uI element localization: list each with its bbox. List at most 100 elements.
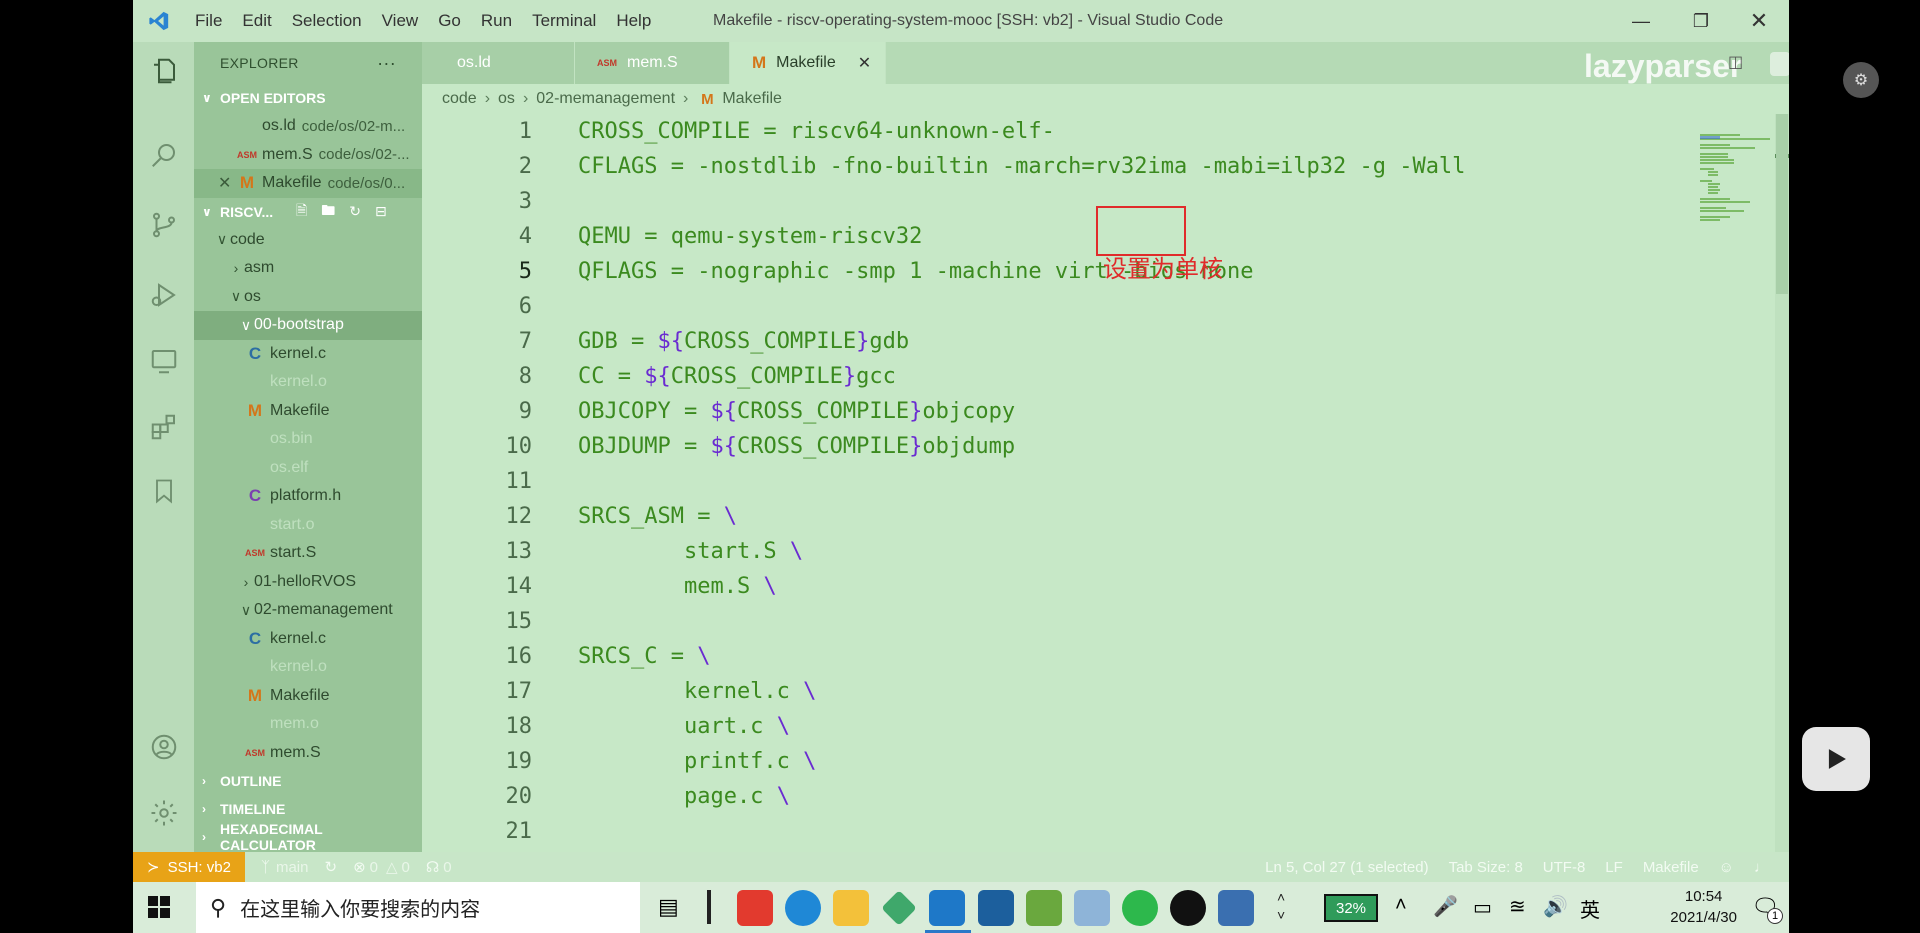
windows-start-icon[interactable] — [147, 895, 171, 924]
code-line[interactable]: 9 OBJCOPY = ${CROSS_COMPILE}objcopy — [422, 394, 1652, 429]
app-green-icon[interactable] — [1026, 890, 1062, 926]
code-line[interactable]: 18 uart.c \ — [422, 709, 1652, 744]
timeline-section[interactable]: › TIMELINE — [194, 795, 422, 823]
error-count[interactable]: 0 — [370, 859, 378, 876]
menu-file[interactable]: File — [185, 11, 232, 31]
code-line[interactable]: 15 — [422, 604, 1652, 639]
encoding[interactable]: UTF-8 — [1543, 859, 1586, 876]
new-folder-icon[interactable]: 🖿 — [321, 200, 335, 224]
code-line[interactable]: 21 — [422, 814, 1652, 849]
tree-file[interactable]: Ckernel.c — [194, 340, 422, 369]
code-line[interactable]: 5 QFLAGS = -nographic -smp 1 -machine vir… — [422, 254, 1652, 289]
workspace-section[interactable]: ∨ RISCV... 🗎 🖿 ↻ ⊟ — [194, 198, 422, 226]
settings-gear-icon[interactable] — [145, 794, 183, 832]
eol[interactable]: LF — [1605, 859, 1623, 876]
minimap[interactable] — [1675, 114, 1789, 852]
breadcrumb-code[interactable]: code — [442, 90, 477, 108]
tab-mem-s[interactable]: ASM mem.S — [575, 42, 730, 84]
tree-file[interactable]: Cplatform.h — [194, 482, 422, 511]
open-editor-item-active[interactable]: ✕ M Makefile code/os/0... — [194, 169, 422, 198]
battery-icon[interactable]: ▭ — [1473, 895, 1492, 920]
refresh-icon[interactable]: ↻ — [349, 203, 361, 220]
code-line[interactable]: 7 GDB = ${CROSS_COMPILE}gdb — [422, 324, 1652, 359]
feedback-icon[interactable]: ☺ — [1719, 859, 1734, 876]
clock[interactable]: 10:54 2021/4/30 — [1670, 886, 1737, 928]
breadcrumb-os[interactable]: os — [498, 90, 515, 108]
warning-count[interactable]: 0 — [402, 859, 410, 876]
run-debug-icon[interactable] — [145, 276, 183, 314]
code-line[interactable]: 2 CFLAGS = -nostdlib -fno-builtin -march=… — [422, 149, 1652, 184]
language-mode[interactable]: Makefile — [1643, 859, 1699, 876]
code-line[interactable]: 17 kernel.c \ — [422, 674, 1652, 709]
more-actions-icon[interactable]: ··· — [377, 53, 396, 74]
qq-icon[interactable] — [1170, 890, 1206, 926]
tree-folder-02-memanagement[interactable]: ∨ 02-memanagement — [194, 596, 422, 625]
app-paint-icon[interactable] — [1074, 890, 1110, 926]
code-line[interactable]: 8 CC = ${CROSS_COMPILE}gcc — [422, 359, 1652, 394]
tab-os-ld[interactable]: · os.ld — [422, 42, 575, 84]
code-line[interactable]: 19 printf.c \ — [422, 744, 1652, 779]
collapse-all-icon[interactable]: ⊟ — [375, 203, 387, 220]
app-diamond-icon[interactable] — [881, 890, 917, 926]
search-icon[interactable] — [145, 136, 183, 174]
tab-makefile[interactable]: M Makefile ✕ — [730, 42, 886, 84]
code-line[interactable]: 10 OBJDUMP = ${CROSS_COMPILE}objdump — [422, 429, 1652, 464]
virtualbox-icon[interactable] — [978, 890, 1014, 926]
branch-name[interactable]: main — [276, 859, 309, 876]
tree-folder-code[interactable]: ∨ code — [194, 226, 422, 255]
breadcrumb-file[interactable]: Makefile — [722, 90, 782, 108]
cursor-position[interactable]: Ln 5, Col 27 (1 selected) — [1265, 859, 1428, 876]
app-monitor-icon[interactable] — [1218, 890, 1254, 926]
vscode-taskbar-icon[interactable] — [929, 890, 965, 926]
code-line[interactable]: 16 SRCS_C = \ — [422, 639, 1652, 674]
play-button-icon[interactable] — [1802, 727, 1870, 791]
file-explorer-icon[interactable] — [833, 890, 869, 926]
vertical-scrollbar[interactable] — [1775, 114, 1789, 852]
menu-run[interactable]: Run — [471, 11, 522, 31]
tray-expand-icon[interactable]: ˄ ˅ — [1277, 888, 1285, 924]
tree-file[interactable]: ·kernel.o — [194, 368, 422, 397]
close-editor-icon[interactable]: ✕ — [218, 173, 236, 193]
chevron-up-icon[interactable]: ˄ — [1395, 894, 1407, 917]
code-line[interactable]: 1 CROSS_COMPILE = riscv64-unknown-elf- — [422, 114, 1652, 149]
menu-selection[interactable]: Selection — [282, 11, 372, 31]
code-line[interactable]: 12 SRCS_ASM = \ — [422, 499, 1652, 534]
new-file-icon[interactable]: 🗎 — [296, 200, 307, 224]
remote-explorer-icon[interactable] — [145, 342, 183, 380]
tree-file[interactable]: ASM start.S — [194, 539, 422, 568]
tree-file[interactable]: M Makefile — [194, 397, 422, 426]
menu-go[interactable]: Go — [428, 11, 471, 31]
split-editor-icon[interactable]: ◫ — [1728, 52, 1743, 72]
open-editor-item[interactable]: · os.ld code/os/02-m... — [194, 112, 422, 141]
tree-file[interactable]: ·os.bin — [194, 425, 422, 454]
tree-file[interactable]: M Makefile — [194, 682, 422, 711]
notifications-bell-icon[interactable]: ♩ — [1754, 859, 1769, 876]
extensions-icon[interactable] — [145, 408, 183, 446]
input-method[interactable]: 英 — [1580, 894, 1600, 923]
code-line[interactable]: 14 mem.S \ — [422, 569, 1652, 604]
code-line[interactable]: 13 start.S \ — [422, 534, 1652, 569]
code-line[interactable]: 20 page.c \ — [422, 779, 1652, 814]
volume-icon[interactable]: 🔊 — [1543, 894, 1568, 919]
task-view-icon[interactable]: ▤ — [658, 894, 679, 920]
tree-file[interactable]: Ckernel.c — [194, 625, 422, 654]
breadcrumb-folder[interactable]: 02-memanagement — [536, 90, 675, 108]
menu-help[interactable]: Help — [606, 11, 661, 31]
battery-indicator[interactable]: 32% — [1324, 894, 1378, 922]
explorer-icon[interactable] — [145, 52, 183, 90]
close-window-icon[interactable]: ✕ — [1729, 0, 1789, 42]
open-editors-section[interactable]: ∨ OPEN EDITORS — [194, 84, 422, 112]
menu-terminal[interactable]: Terminal — [522, 11, 606, 31]
app-red-icon[interactable] — [737, 890, 773, 926]
code-line[interactable]: 11 — [422, 464, 1652, 499]
tree-file[interactable]: ·kernel.o — [194, 653, 422, 682]
wechat-icon[interactable] — [1122, 890, 1158, 926]
code-line[interactable]: 6 — [422, 289, 1652, 324]
tree-folder-os[interactable]: ∨ os — [194, 283, 422, 312]
remote-indicator[interactable]: ≻ SSH: vb2 — [133, 852, 245, 882]
minimize-icon[interactable]: — — [1611, 0, 1671, 42]
account-icon[interactable] — [145, 728, 183, 766]
ports-count[interactable]: 0 — [443, 859, 451, 876]
tree-folder-asm[interactable]: › asm — [194, 254, 422, 283]
player-settings-icon[interactable]: ⚙ — [1843, 62, 1879, 98]
